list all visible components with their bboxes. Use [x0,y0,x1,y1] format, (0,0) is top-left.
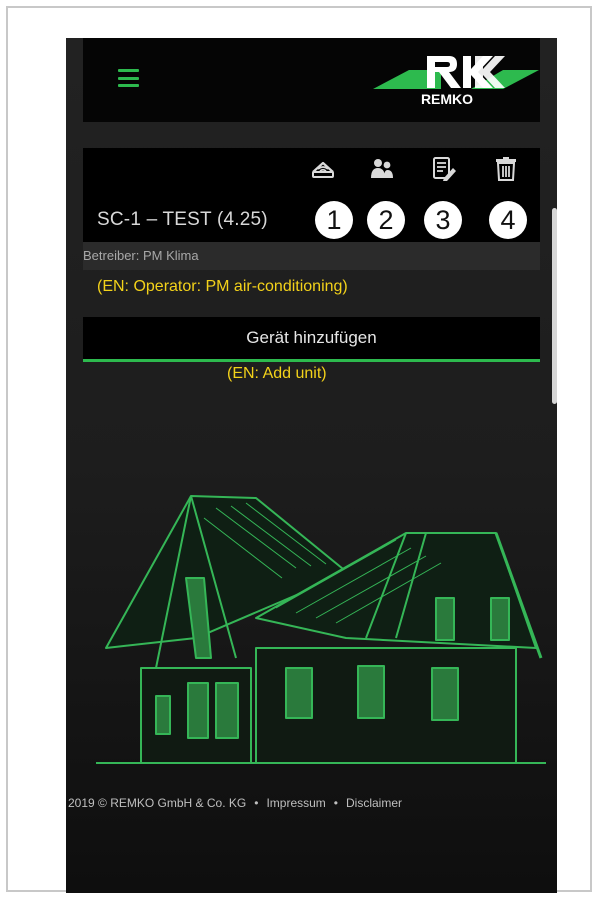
badge-2: 2 [367,201,405,239]
footer-separator: • [333,796,338,810]
remko-logo: REMKO [371,52,541,108]
users-icon[interactable] [369,156,395,182]
footer-separator: • [254,796,259,810]
footer: 2019 © REMKO GmbH & Co. KG • Impressum • Dis… [68,796,402,810]
add-unit-label: Gerät hinzufügen [246,328,377,347]
badge-4: 4 [489,201,527,239]
app-screen: REMKO SC-1 – TEST (4.25) 1 2 3 4 Betreib… [66,38,557,893]
operator-translation-note: (EN: Operator: PM air-conditioning) [97,278,348,295]
operator-label: Betreiber: PM Klima [83,248,199,263]
screenshot-frame: REMKO SC-1 – TEST (4.25) 1 2 3 4 Betreib… [6,6,592,893]
disclaimer-link[interactable]: Disclaimer [346,796,402,810]
impressum-link[interactable]: Impressum [266,796,325,810]
add-unit-button[interactable]: Gerät hinzufügen [83,317,540,362]
add-unit-translation-note: (EN: Add unit) [227,365,327,382]
footer-copyright: 2019 © REMKO GmbH & Co. KG [68,796,247,810]
edit-document-icon[interactable] [431,156,457,182]
router-wifi-icon[interactable] [310,156,336,182]
badge-1: 1 [315,201,353,239]
operator-bar: Betreiber: PM Klima [83,242,540,270]
app-header: REMKO [83,38,540,122]
scrollbar[interactable] [552,208,557,404]
hamburger-menu-icon[interactable] [118,69,139,87]
device-title: SC-1 – TEST (4.25) [97,209,268,230]
device-card[interactable]: SC-1 – TEST (4.25) 1 2 3 4 [83,148,540,242]
house-illustration [96,478,546,768]
trash-icon[interactable] [493,156,519,182]
logo-text: REMKO [421,91,473,107]
badge-3: 3 [424,201,462,239]
